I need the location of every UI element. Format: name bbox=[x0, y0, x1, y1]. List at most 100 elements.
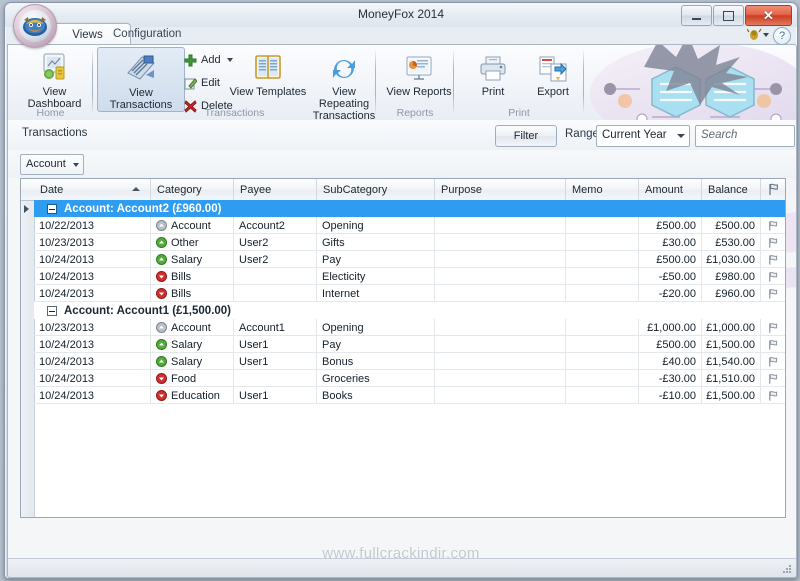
cell-category: Bills bbox=[151, 285, 234, 302]
group-header-label: Account: Account1 (£1,500.00) bbox=[64, 304, 232, 317]
transactions-grid[interactable]: Date Category Payee SubCategory Purpose … bbox=[20, 178, 786, 518]
export-button[interactable]: Export bbox=[520, 47, 586, 98]
flag-icon[interactable] bbox=[767, 288, 779, 300]
cell-purpose bbox=[435, 285, 566, 302]
decorative-artwork bbox=[590, 45, 796, 121]
cell-flag[interactable] bbox=[761, 285, 785, 302]
cell-category: Account bbox=[151, 217, 234, 234]
cell-payee: User1 bbox=[234, 353, 317, 370]
table-row[interactable]: 10/24/2013 Salary User1 Pay £500.00 £1,500.00 bbox=[21, 336, 785, 353]
edit-button[interactable]: Edit bbox=[181, 74, 223, 92]
flag-icon[interactable] bbox=[767, 254, 779, 266]
cell-flag[interactable] bbox=[761, 370, 785, 387]
flag-icon[interactable] bbox=[767, 373, 779, 385]
group-separator bbox=[583, 49, 584, 115]
help-button[interactable]: ? bbox=[773, 27, 791, 45]
view-dashboard-button[interactable]: View Dashboard bbox=[11, 47, 98, 110]
account-select[interactable]: Account bbox=[20, 154, 84, 175]
repeating-icon bbox=[328, 50, 360, 84]
cell-flag[interactable] bbox=[761, 268, 785, 285]
flag-icon[interactable] bbox=[767, 390, 779, 402]
ribbon-group-reports-label: Reports bbox=[396, 107, 434, 119]
table-row[interactable]: 10/24/2013 Bills Internet -£20.00 £960.00 bbox=[21, 285, 785, 302]
table-row[interactable]: 10/24/2013 Education User1 Books -£10.00 £1,5… bbox=[21, 387, 785, 404]
filter-button[interactable]: Filter bbox=[495, 125, 557, 147]
cell-flag[interactable] bbox=[761, 234, 785, 251]
cell-purpose bbox=[435, 234, 566, 251]
column-header-amount[interactable]: Amount bbox=[639, 179, 702, 200]
red-arrow-icon bbox=[156, 390, 167, 401]
tab-configuration-label: Configuration bbox=[113, 28, 182, 40]
flag-icon[interactable] bbox=[767, 322, 779, 334]
application-menu-button[interactable] bbox=[13, 4, 57, 48]
cell-category-text: Bills bbox=[171, 287, 192, 300]
column-header-payee[interactable]: Payee bbox=[234, 179, 317, 200]
column-header-flag[interactable] bbox=[761, 179, 785, 200]
print-button[interactable]: Print bbox=[460, 47, 526, 98]
cell-flag[interactable] bbox=[761, 336, 785, 353]
view-reports-button[interactable]: View Reports bbox=[379, 47, 459, 98]
column-header-category[interactable]: Category bbox=[151, 179, 234, 200]
cell-flag[interactable] bbox=[761, 353, 785, 370]
cell-category-text: Salary bbox=[171, 338, 203, 351]
dashboard-icon bbox=[38, 50, 72, 84]
flag-icon[interactable] bbox=[767, 339, 779, 351]
table-row[interactable]: 10/24/2013 Food Groceries -£30.00 £1,510.00 bbox=[21, 370, 785, 387]
column-header-memo[interactable]: Memo bbox=[566, 179, 639, 200]
column-header-date[interactable]: Date bbox=[34, 179, 151, 200]
green-arrow-icon bbox=[156, 237, 167, 248]
grid-group-header[interactable]: Account: Account2 (£960.00) bbox=[21, 200, 785, 217]
green-arrow-icon bbox=[156, 356, 167, 367]
cell-payee: User2 bbox=[234, 234, 317, 251]
flag-icon[interactable] bbox=[767, 356, 779, 368]
cell-memo bbox=[566, 268, 639, 285]
group-collapse-toggle[interactable] bbox=[47, 306, 57, 316]
quick-access-toolbar-icon[interactable] bbox=[747, 28, 769, 42]
reports-icon bbox=[403, 50, 435, 84]
red-arrow-icon bbox=[156, 271, 167, 282]
cell-purpose bbox=[435, 268, 566, 285]
flag-icon[interactable] bbox=[767, 271, 779, 283]
column-header-purpose[interactable]: Purpose bbox=[435, 179, 566, 200]
cell-purpose bbox=[435, 370, 566, 387]
cell-purpose bbox=[435, 336, 566, 353]
table-row[interactable]: 10/24/2013 Salary User1 Bonus £40.00 £1,540.0… bbox=[21, 353, 785, 370]
group-collapse-toggle[interactable] bbox=[47, 204, 57, 214]
search-placeholder: Search bbox=[701, 129, 738, 141]
cell-flag[interactable] bbox=[761, 217, 785, 234]
flag-icon[interactable] bbox=[767, 237, 779, 249]
table-row[interactable]: 10/22/2013 Account Account2 Opening £500.00 £… bbox=[21, 217, 785, 234]
view-templates-button[interactable]: View Templates bbox=[225, 47, 311, 98]
gray-arrow-icon bbox=[156, 322, 167, 333]
cell-category: Other bbox=[151, 234, 234, 251]
cell-flag[interactable] bbox=[761, 319, 785, 336]
cell-payee: User1 bbox=[234, 387, 317, 404]
tab-configuration[interactable]: Configuration bbox=[97, 23, 197, 45]
cell-category: Account bbox=[151, 319, 234, 336]
flag-icon[interactable] bbox=[767, 220, 779, 232]
edit-icon bbox=[184, 77, 197, 89]
cell-subcategory: Bonus bbox=[317, 353, 435, 370]
cell-flag[interactable] bbox=[761, 387, 785, 404]
search-input[interactable]: Search bbox=[695, 125, 795, 147]
cell-balance: £1,540.00 bbox=[702, 353, 761, 370]
ribbon-group-transactions: View Transactions Add Edit Delete View T… bbox=[93, 45, 376, 121]
moneyfox-logo-icon bbox=[23, 17, 47, 36]
cell-subcategory: Groceries bbox=[317, 370, 435, 387]
table-row[interactable]: 10/23/2013 Account Account1 Opening £1,000.0… bbox=[21, 319, 785, 336]
column-header-balance[interactable]: Balance bbox=[702, 179, 761, 200]
grid-group-header[interactable]: Account: Account1 (£1,500.00) bbox=[21, 302, 785, 319]
cell-category: Salary bbox=[151, 353, 234, 370]
resize-grip-icon[interactable] bbox=[781, 563, 793, 575]
cell-memo bbox=[566, 319, 639, 336]
table-row[interactable]: 10/24/2013 Salary User2 Pay £500.00 £1,030.00 bbox=[21, 251, 785, 268]
cell-payee bbox=[234, 370, 317, 387]
range-select[interactable]: Current Year bbox=[596, 125, 690, 147]
column-header-subcategory[interactable]: SubCategory bbox=[317, 179, 435, 200]
cell-flag[interactable] bbox=[761, 251, 785, 268]
view-transactions-button[interactable]: View Transactions bbox=[97, 47, 185, 112]
ribbon-group-home: View Dashboard Home bbox=[8, 45, 93, 121]
column-header-memo-label: Memo bbox=[572, 183, 603, 196]
table-row[interactable]: 10/23/2013 Other User2 Gifts £30.00 £530.00 bbox=[21, 234, 785, 251]
table-row[interactable]: 10/24/2013 Bills Electicity -£50.00 £980.00 bbox=[21, 268, 785, 285]
